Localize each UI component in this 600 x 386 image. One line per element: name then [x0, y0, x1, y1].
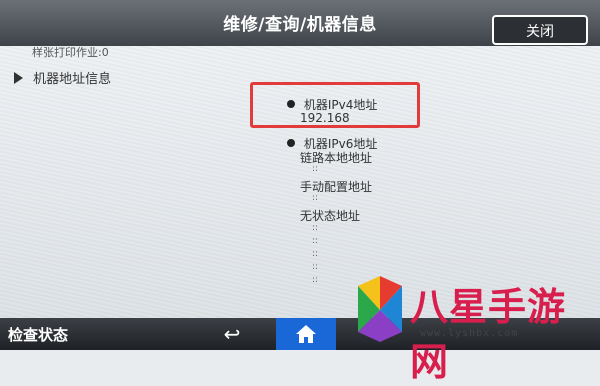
home-button[interactable]	[276, 318, 336, 350]
manual-config-address-value: ::	[312, 193, 319, 203]
expand-triangle-icon	[14, 72, 23, 84]
ipv4-address-label: 机器IPv4地址	[303, 98, 378, 112]
back-arrow-icon: ↩	[223, 322, 241, 346]
header-bar: 维修/查询/机器信息 关闭	[0, 0, 600, 46]
stateless-address-label: 无状态地址	[300, 209, 361, 223]
sample-print-jobs-text: 样张打印作业:0	[32, 46, 109, 59]
brand-logo-icon	[358, 276, 402, 342]
stateless-address-value: ::	[312, 249, 319, 259]
stateless-address-value: ::	[312, 223, 319, 233]
ipv4-address-value: 192.168	[300, 111, 350, 125]
tree-item-label: 机器地址信息	[33, 72, 112, 87]
bullet-icon	[287, 100, 295, 108]
brand-url: www.lyshbx.com	[420, 328, 519, 339]
manual-config-address-label: 手动配置地址	[300, 180, 373, 194]
stateless-address-value: ::	[312, 262, 319, 272]
close-button[interactable]: 关闭	[492, 15, 588, 45]
link-local-address-label: 链路本地地址	[300, 151, 373, 165]
back-button[interactable]: ↩	[214, 318, 250, 350]
link-local-address-value: ::	[312, 164, 319, 174]
check-status-label[interactable]: 检查状态	[8, 324, 68, 345]
stateless-address-value: ::	[312, 275, 319, 285]
bullet-icon	[287, 139, 295, 147]
home-icon	[296, 325, 316, 343]
stateless-address-value: ::	[312, 236, 319, 246]
tree-item-machine-address-info[interactable]: 机器地址信息	[14, 68, 111, 87]
watermark-logo: 八星手游网 www.lyshbx.com	[350, 268, 600, 384]
